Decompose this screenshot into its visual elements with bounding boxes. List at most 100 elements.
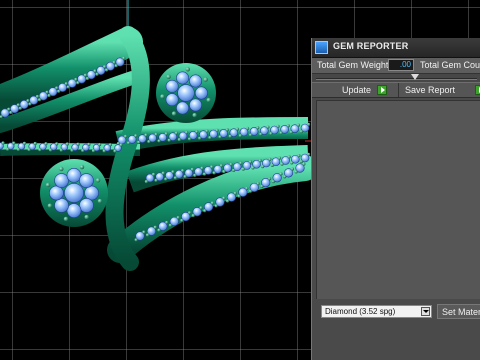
prong	[208, 136, 212, 140]
prong	[26, 99, 30, 103]
prong	[97, 198, 103, 204]
prong	[28, 102, 32, 106]
gem-stone	[54, 198, 69, 213]
prong	[267, 177, 272, 181]
material-dropdown[interactable]: Diamond (3.52 spg)	[321, 305, 432, 318]
prong	[237, 194, 241, 198]
gem-stone	[177, 84, 195, 102]
prong	[187, 137, 192, 141]
prong	[174, 131, 179, 135]
prong	[212, 171, 216, 175]
update-button[interactable]: Update	[312, 83, 399, 97]
panel-slider[interactable]	[312, 74, 480, 82]
save-report-button-label: Save Report	[405, 85, 456, 95]
prong	[192, 112, 197, 118]
prong	[235, 127, 240, 131]
prong	[190, 167, 194, 171]
prong	[153, 225, 157, 229]
save-report-button[interactable]: Save Report	[399, 83, 480, 97]
prong	[280, 162, 284, 166]
prong	[108, 143, 112, 147]
prong	[218, 135, 222, 139]
prong	[233, 191, 237, 195]
prong	[81, 148, 85, 153]
prong	[297, 154, 301, 158]
prong	[35, 94, 40, 99]
prong	[16, 147, 20, 152]
panel-titlebar[interactable]: GEM REPORTER	[312, 38, 480, 58]
prong	[299, 130, 303, 134]
prong	[302, 162, 306, 166]
prong	[84, 214, 89, 220]
prong	[199, 206, 203, 210]
total-gem-count-label: Total Gem Cou	[420, 60, 480, 70]
prong	[214, 204, 218, 208]
prong	[256, 181, 260, 186]
prong	[164, 132, 168, 136]
prong	[171, 111, 177, 116]
prong	[193, 173, 197, 177]
gem-stone	[165, 79, 179, 93]
prong	[266, 125, 270, 129]
prong	[245, 186, 249, 191]
prong	[103, 65, 107, 69]
prong	[203, 77, 208, 82]
prong	[164, 177, 168, 181]
prong	[183, 175, 187, 179]
prong	[44, 142, 48, 146]
prong	[79, 164, 85, 170]
prong	[294, 170, 298, 174]
prong	[85, 76, 90, 81]
prong	[47, 203, 53, 208]
prong	[124, 134, 128, 138]
prong	[173, 176, 178, 180]
gem-stone	[66, 203, 82, 218]
gem-stone	[84, 185, 99, 201]
slider-track[interactable]	[316, 78, 477, 80]
prong	[299, 160, 303, 164]
prong	[222, 196, 226, 200]
prong	[279, 172, 283, 176]
prong	[45, 90, 49, 94]
prong	[12, 141, 16, 145]
set-material-button[interactable]: Set Materi	[437, 304, 480, 319]
prong	[160, 94, 165, 99]
prong	[119, 143, 123, 147]
play-icon[interactable]	[475, 85, 480, 95]
prong	[122, 56, 126, 60]
prong	[59, 166, 64, 172]
gem-stone	[176, 71, 190, 85]
slider-thumb[interactable]	[411, 74, 419, 80]
prong	[98, 142, 102, 147]
prong	[203, 209, 207, 213]
prong	[64, 82, 68, 86]
prong	[283, 175, 287, 179]
gem-stone	[79, 173, 94, 188]
total-gem-weight-label: Total Gem Weight	[317, 60, 389, 70]
prong	[37, 98, 42, 102]
prong	[219, 164, 224, 168]
prong	[134, 238, 138, 242]
prong	[248, 133, 253, 137]
prong	[59, 148, 63, 152]
prong	[22, 141, 27, 145]
prong	[258, 159, 262, 163]
prong	[238, 134, 242, 138]
prong	[180, 218, 184, 223]
gem-totals-row: Total Gem Weight .00 Total Gem Cou	[312, 58, 480, 74]
set-material-button-label: Set Materi	[442, 307, 480, 317]
prong	[185, 130, 189, 134]
total-gem-weight-field[interactable]: .00	[388, 59, 414, 71]
prong	[87, 142, 91, 146]
play-icon[interactable]	[377, 85, 387, 95]
chevron-down-icon[interactable]	[421, 307, 430, 316]
prong	[157, 228, 161, 232]
prong	[202, 172, 207, 176]
prong	[126, 141, 131, 145]
prong	[6, 147, 10, 151]
prong	[16, 103, 20, 107]
prong	[9, 110, 13, 115]
gem-reporter-app-icon	[315, 41, 328, 54]
prong	[307, 152, 311, 156]
prong	[231, 168, 236, 172]
